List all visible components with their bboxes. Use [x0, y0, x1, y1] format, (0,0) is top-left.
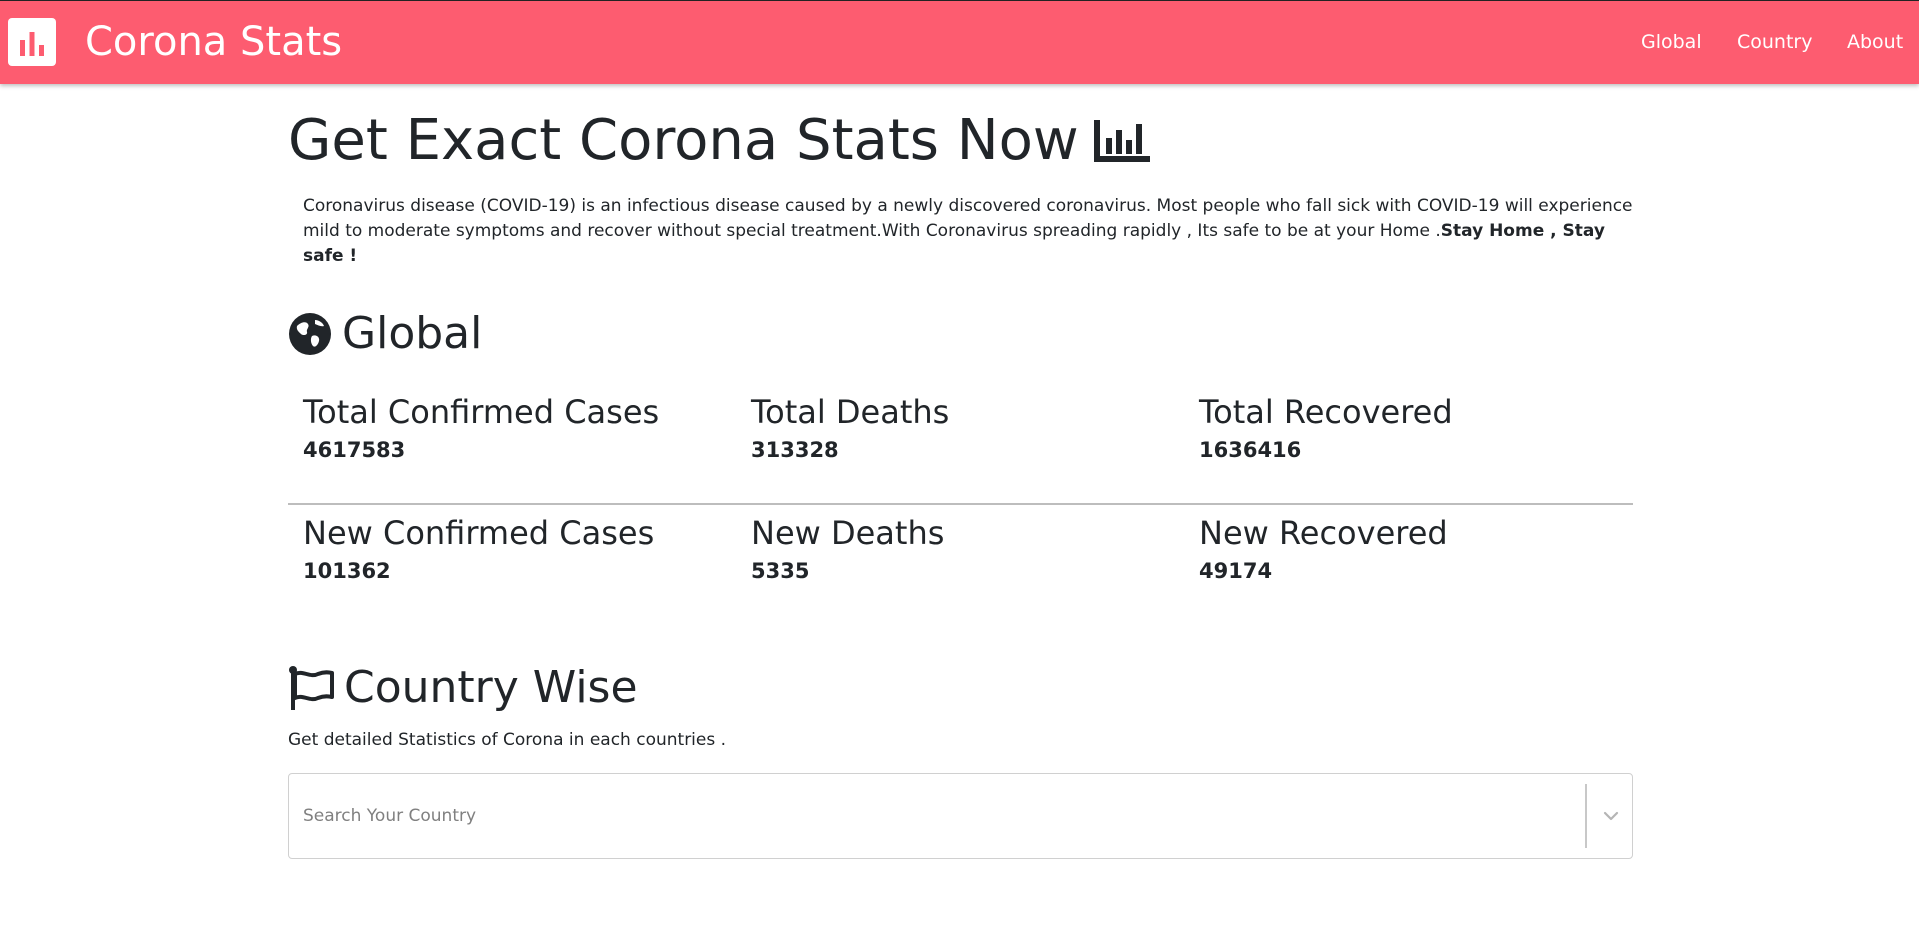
country-select[interactable] [288, 773, 1633, 859]
total-confirmed-value: 4617583 [303, 438, 406, 462]
chart-bar-icon [1093, 120, 1150, 162]
new-deaths-value: 5335 [751, 559, 810, 583]
select-separator [1585, 784, 1587, 848]
total-confirmed-label: Total Confirmed Cases [303, 393, 660, 431]
flag-icon [289, 666, 334, 710]
intro-text: Coronavirus disease (COVID-19) is an inf… [303, 196, 1633, 241]
total-deaths-value: 313328 [751, 438, 839, 462]
chevron-down-icon[interactable] [1597, 802, 1625, 830]
new-deaths-label: New Deaths [751, 514, 945, 552]
global-heading: Global [288, 306, 482, 362]
intro-paragraph: Coronavirus disease (COVID-19) is an inf… [303, 194, 1633, 269]
total-recovered-label: Total Recovered [1199, 393, 1453, 431]
nav-link-about[interactable]: About [1847, 30, 1903, 54]
globe-icon [289, 313, 331, 355]
new-deaths-stat: New Deaths 5335 [751, 513, 1171, 585]
country-title: Country Wise [344, 662, 638, 713]
stats-divider [288, 503, 1633, 505]
nav-link-country[interactable]: Country [1737, 30, 1812, 54]
new-recovered-label: New Recovered [1199, 514, 1448, 552]
global-title: Global [342, 308, 483, 359]
total-confirmed-stat: Total Confirmed Cases 4617583 [303, 392, 723, 464]
total-deaths-label: Total Deaths [751, 393, 950, 431]
navbar: Corona Stats Global Country About [0, 0, 1919, 84]
total-deaths-stat: Total Deaths 313328 [751, 392, 1171, 464]
nav-link-global[interactable]: Global [1641, 30, 1702, 54]
new-confirmed-value: 101362 [303, 559, 391, 583]
country-heading: Country Wise [288, 660, 638, 716]
country-description: Get detailed Statistics of Corona in eac… [288, 730, 727, 750]
page-title: Get Exact Corona Stats Now [288, 106, 1151, 176]
total-recovered-stat: Total Recovered 1636416 [1199, 392, 1619, 464]
new-recovered-stat: New Recovered 49174 [1199, 513, 1619, 585]
country-search-input[interactable] [303, 802, 1503, 830]
new-confirmed-stat: New Confirmed Cases 101362 [303, 513, 723, 585]
brand-title[interactable]: Corona Stats [85, 16, 342, 68]
page-title-text: Get Exact Corona Stats Now [288, 108, 1079, 173]
new-recovered-value: 49174 [1199, 559, 1273, 583]
new-confirmed-label: New Confirmed Cases [303, 514, 655, 552]
total-recovered-value: 1636416 [1199, 438, 1302, 462]
bar-chart-icon[interactable] [8, 18, 56, 66]
